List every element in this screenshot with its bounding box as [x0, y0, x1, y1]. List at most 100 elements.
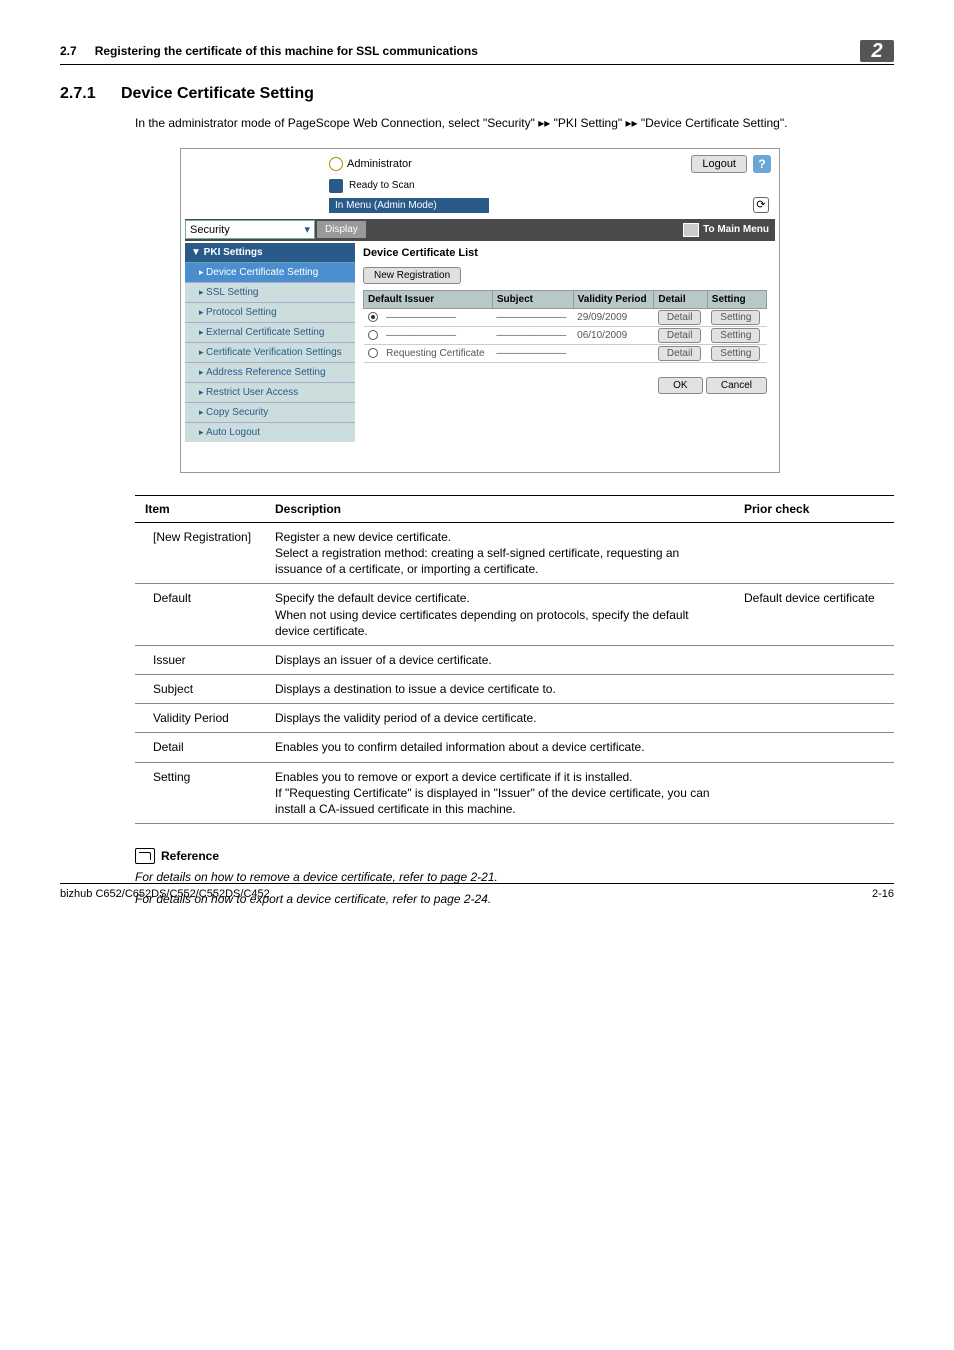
sidebar-item-device-cert[interactable]: Device Certificate Setting	[185, 262, 355, 282]
sidebar-item-restrict-user[interactable]: Restrict User Access	[185, 382, 355, 402]
desc-cell: Enables you to remove or export a device…	[265, 762, 734, 824]
prior-cell: Default device certificate	[734, 584, 894, 646]
issuer-cell: ———————	[382, 308, 492, 326]
detail-button[interactable]: Detail	[658, 346, 702, 361]
table-row: IssuerDisplays an issuer of a device cer…	[135, 645, 894, 674]
th-prior: Prior check	[734, 495, 894, 522]
radio-cell[interactable]	[364, 344, 383, 362]
radio-icon[interactable]	[368, 348, 378, 358]
chapter-badge: 2	[860, 40, 894, 62]
prior-cell	[734, 675, 894, 704]
th-detail: Detail	[654, 290, 707, 308]
ss-admin-label: Administrator	[189, 157, 691, 171]
desc-cell: Displays an issuer of a device certifica…	[265, 645, 734, 674]
table-row: ——————— ——————— 29/09/2009 Detail Settin…	[364, 308, 767, 326]
th-item: Item	[135, 495, 265, 522]
desc-cell: Displays the validity period of a device…	[265, 704, 734, 733]
detail-button[interactable]: Detail	[658, 310, 702, 325]
table-row: DetailEnables you to confirm detailed in…	[135, 733, 894, 762]
validity-cell	[573, 344, 654, 362]
setting-button[interactable]: Setting	[711, 328, 760, 343]
intro-text-1: In the administrator mode of PageScope W…	[135, 116, 538, 130]
detail-button[interactable]: Detail	[658, 328, 702, 343]
sidebar-item-auto-logout[interactable]: Auto Logout	[185, 422, 355, 442]
item-cell: Default	[135, 584, 265, 646]
description-table-wrap: Item Description Prior check [New Regist…	[135, 495, 894, 824]
sidebar-item-external-cert[interactable]: External Certificate Setting	[185, 322, 355, 342]
certificate-table: Default Issuer Subject Validity Period D…	[363, 290, 767, 363]
cancel-button[interactable]: Cancel	[706, 377, 767, 394]
ss-top-bar: Administrator Logout ?	[181, 149, 779, 179]
select-value: Security	[190, 224, 230, 236]
intro-text-3: "Device Certificate Setting".	[641, 116, 788, 130]
prior-cell	[734, 522, 894, 584]
desc-cell: Specify the default device certificate. …	[265, 584, 734, 646]
sidebar-item-ssl[interactable]: SSL Setting	[185, 282, 355, 302]
subject-cell: ———————	[492, 344, 573, 362]
footer-right: 2-16	[872, 888, 894, 900]
ss-ready-label: Ready to Scan	[349, 180, 415, 191]
page-header: 2.7 Registering the certificate of this …	[60, 40, 894, 65]
section-number: 2.7.1	[60, 85, 96, 103]
issuer-cell: Requesting Certificate	[382, 344, 492, 362]
radio-icon[interactable]	[368, 312, 378, 322]
page-footer: bizhub C652/C652DS/C552/C552DS/C452 2-16	[60, 883, 894, 900]
subject-cell: ———————	[492, 326, 573, 344]
sidebar-item-cert-verify[interactable]: Certificate Verification Settings	[185, 342, 355, 362]
desc-cell: Enables you to confirm detailed informat…	[265, 733, 734, 762]
reference-line-1: For details on how to remove a device ce…	[135, 870, 894, 884]
to-main-menu[interactable]: To Main Menu	[683, 223, 775, 237]
table-row: SubjectDisplays a destination to issue a…	[135, 675, 894, 704]
radio-cell[interactable]	[364, 326, 383, 344]
item-cell: Subject	[135, 675, 265, 704]
prior-cell	[734, 762, 894, 824]
arrow-icon: ▸▸	[625, 115, 637, 132]
person-icon	[329, 157, 343, 171]
ss-admin-text: Administrator	[347, 158, 412, 170]
printer-icon	[329, 179, 343, 193]
prior-cell	[734, 733, 894, 762]
new-registration-button[interactable]: New Registration	[363, 267, 461, 284]
item-cell: Detail	[135, 733, 265, 762]
setting-button[interactable]: Setting	[711, 346, 760, 361]
sidebar-item-copy-security[interactable]: Copy Security	[185, 402, 355, 422]
ss-body: ▼ PKI Settings Device Certificate Settin…	[185, 243, 775, 442]
help-icon[interactable]: ?	[753, 155, 771, 173]
ok-button[interactable]: OK	[658, 377, 702, 394]
ss-menu-label: In Menu (Admin Mode)	[329, 198, 489, 213]
th-default: Default Issuer	[364, 290, 493, 308]
radio-cell[interactable]	[364, 308, 383, 326]
refresh-icon[interactable]: ⟳	[753, 197, 769, 213]
desc-cell: Register a new device certificate. Selec…	[265, 522, 734, 584]
table-row: SettingEnables you to remove or export a…	[135, 762, 894, 824]
radio-icon[interactable]	[368, 330, 378, 340]
main-menu-label: To Main Menu	[703, 224, 769, 235]
intro-paragraph: In the administrator mode of PageScope W…	[135, 115, 894, 132]
sidebar-item-address-ref[interactable]: Address Reference Setting	[185, 362, 355, 382]
table-row: ——————— ——————— 06/10/2009 Detail Settin…	[364, 326, 767, 344]
description-table: Item Description Prior check [New Regist…	[135, 495, 894, 824]
display-button[interactable]: Display	[317, 221, 366, 238]
item-cell: [New Registration]	[135, 522, 265, 584]
reference-head: Reference	[135, 848, 894, 864]
logout-button[interactable]: Logout	[691, 155, 747, 173]
prior-cell	[734, 704, 894, 733]
table-header-row: Default Issuer Subject Validity Period D…	[364, 290, 767, 308]
sidebar-head[interactable]: ▼ PKI Settings	[185, 243, 355, 262]
prior-cell	[734, 645, 894, 674]
embedded-screenshot: Administrator Logout ? Ready to Scan In …	[180, 148, 780, 473]
ok-cancel-row: OK Cancel	[363, 377, 767, 391]
sidebar-item-protocol[interactable]: Protocol Setting	[185, 302, 355, 322]
ss-content: Device Certificate List New Registration…	[355, 243, 775, 442]
setting-button[interactable]: Setting	[711, 310, 760, 325]
table-row: DefaultSpecify the default device certif…	[135, 584, 894, 646]
item-cell: Setting	[135, 762, 265, 824]
ss-control-bar: Security ▾ Display To Main Menu	[185, 219, 775, 241]
arrow-icon: ▸▸	[538, 115, 550, 132]
footer-left: bizhub C652/C652DS/C552/C552DS/C452	[60, 888, 270, 900]
validity-cell: 06/10/2009	[573, 326, 654, 344]
intro-text-2: "PKI Setting"	[554, 116, 626, 130]
desc-cell: Displays a destination to issue a device…	[265, 675, 734, 704]
category-select[interactable]: Security ▾	[185, 220, 315, 239]
header-section-number: 2.7	[60, 44, 77, 58]
